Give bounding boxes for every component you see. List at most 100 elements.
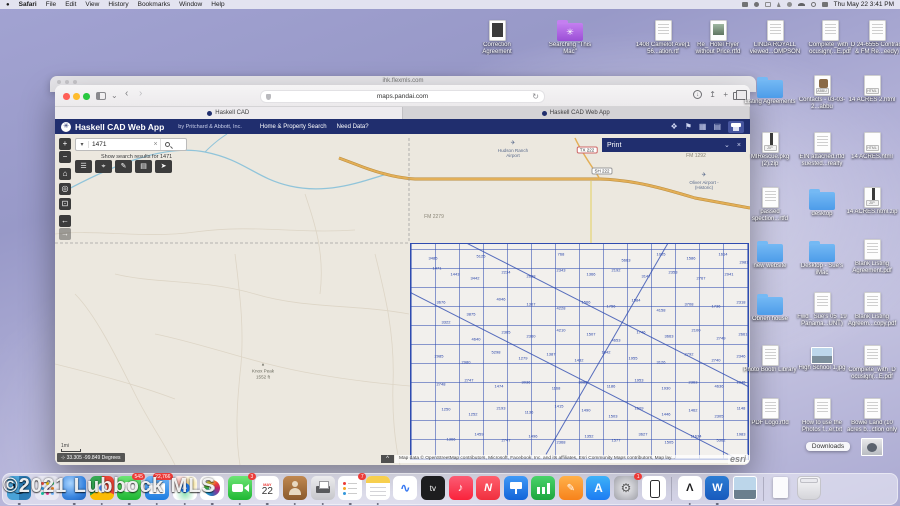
identify-flag-icon[interactable]: ⚑ [685, 122, 692, 132]
desktop-icon-searching-this-mac[interactable]: ✳Searching "This Mac" [542, 20, 598, 55]
menu-item-history[interactable]: History [108, 1, 128, 8]
dock-item-contacts[interactable] [283, 475, 307, 503]
zoom-window-button[interactable] [83, 93, 90, 100]
nav-link[interactable]: Need Data? [337, 124, 369, 130]
desktop-icon-obrien-house[interactable]: Obrien house [742, 294, 798, 323]
attribution-expander[interactable]: ^ [381, 455, 394, 463]
desktop-icon-bowie-land-10-acres-b-ction-only[interactable]: Bowie Land (10 acres b...ction only [844, 398, 900, 433]
dock-item-printer[interactable] [311, 475, 335, 503]
dock-item-mail[interactable]: 22,766 [145, 475, 169, 503]
dock-item-facetime[interactable]: 3 [228, 475, 252, 503]
desktop-icon-correction-agreement[interactable]: Correction Agreement [469, 20, 525, 55]
dock-item-downloads-stack[interactable] [769, 475, 793, 503]
minimize-window-button[interactable] [73, 93, 80, 100]
control-center-status-icon[interactable] [822, 2, 828, 7]
menu-item-edit[interactable]: Edit [65, 1, 76, 8]
desktop-icon-pdf-logo-rtfd[interactable]: PDF Logo.rtfd [742, 398, 798, 427]
desktop-icon-blank-listing-agreem-copy-pdf[interactable]: Blank Listing Agreem...copy.pdf [844, 292, 900, 327]
full-extent-button[interactable]: ⊡ [59, 198, 71, 210]
close-panel-icon[interactable]: × [737, 142, 741, 149]
clear-search-icon[interactable]: × [151, 141, 160, 148]
new-tab-icon[interactable]: + [723, 90, 728, 99]
eject-status-icon[interactable] [777, 2, 781, 7]
desktop-icon-passed-spection-rtfd[interactable]: passed spection...rtfd [742, 187, 798, 222]
locate-button[interactable]: ◎ [59, 183, 71, 195]
menu-item-file[interactable]: File [46, 1, 56, 8]
dock-item-pages[interactable]: ✎ [559, 475, 583, 503]
desktop-icon-linda-royall-viewed-ompson[interactable]: LINDA ROYALL viewed...OMPSON [747, 20, 803, 55]
zoom-out-button[interactable]: − [59, 151, 71, 163]
desktop-icon-high-school-1-jpg[interactable]: High School 1.jpg [794, 345, 850, 372]
tab-0[interactable]: Haskell CAD [55, 107, 403, 119]
report-tool-button[interactable]: ▤ [135, 160, 152, 173]
dock-item-apple-tv[interactable]: tv [421, 475, 445, 503]
layer-list-button[interactable]: ☰ [75, 160, 92, 173]
search-type-dropdown[interactable]: ▾ [76, 141, 89, 148]
bluetooth-status-icon[interactable] [765, 2, 771, 7]
desktop-icon-desktop[interactable]: desktop [794, 189, 850, 218]
timemachine-status-icon[interactable] [787, 2, 792, 7]
desktop-icon-photo-booth-library[interactable]: Photo Booth Library [742, 345, 798, 374]
desktop-icon-1408-camelot-ave-1-56-ation-rtf[interactable]: 1408 Camelot Ave(1 56...ation.rtf [635, 20, 691, 55]
battery-status-icon[interactable] [754, 2, 759, 7]
desktop-icon-contacts-03-03-2-abbu[interactable]: Contacts - 03-03-2...abbu [794, 75, 850, 110]
menu-item-window[interactable]: Window [179, 1, 202, 8]
desktop-icon-img-washer[interactable] [844, 438, 900, 456]
dock-item-reminders[interactable]: 7 [338, 475, 362, 503]
identify-tool-button[interactable]: ⌖ [95, 160, 112, 173]
menu-item-bookmarks[interactable]: Bookmarks [138, 1, 171, 8]
desktop-icon-d-24-6555-contract-fm-re-eedy[interactable]: D 24-6555 Contract & FM Re...eedy) [849, 20, 900, 55]
dock-item-photos[interactable] [200, 475, 224, 503]
safari-titlebar[interactable]: ⌄ ‹ › maps.pandai.com ↻ ↓ ↥ + [55, 85, 750, 107]
dock-item-launchpad[interactable] [35, 475, 59, 503]
desktop-icon-mirescue-pkg-2-zip[interactable]: MIRescue.pkg (2).zip [742, 132, 798, 167]
desktop-icon-new-website[interactable]: new website [742, 241, 798, 270]
search-submit-button[interactable] [160, 139, 174, 150]
collapse-panel-icon[interactable]: ⌄ [724, 141, 730, 149]
menu-app-name[interactable]: Safari [19, 1, 37, 8]
desktop-icon-listing-agreements[interactable]: Listing Agreements [742, 77, 798, 106]
desktop-icon-ein-attached-rtfd-suested-realty[interactable]: EIN attached.rtfd suested...realty [794, 132, 850, 167]
close-window-button[interactable] [63, 93, 70, 100]
keyboard-status-icon[interactable] [742, 2, 748, 7]
spotlight-status-icon[interactable] [811, 2, 816, 7]
dock-item-messages[interactable]: 545 [117, 475, 141, 503]
dock-item-numbers[interactable] [531, 475, 555, 503]
print-icon[interactable] [728, 121, 744, 133]
dock-item-news[interactable]: N [476, 475, 500, 503]
layers-icon[interactable]: ❖ [671, 122, 678, 132]
back-extent-button[interactable]: ← [59, 215, 71, 227]
back-button[interactable]: ‹ [125, 89, 128, 99]
parcel-grid-region[interactable]: 3485512576856631005158616142981147114433… [410, 243, 749, 460]
draw-tool-button[interactable]: ✎ [115, 160, 132, 173]
dock-item-music[interactable]: ♪ [449, 475, 473, 503]
map-canvas[interactable]: 3485512576856631005158616142981147114433… [55, 134, 750, 465]
desktop-icon-fwd-sue-s-05-19-panama-unt[interactable]: Fwd_ Sue's 05_19 Panama...UNT) [794, 292, 850, 327]
search-input[interactable] [89, 141, 151, 148]
dock-item-word[interactable]: W [705, 475, 729, 503]
share-tool-button[interactable]: ➤ [155, 160, 172, 173]
tab-1[interactable]: Haskell CAD Web App [403, 107, 751, 119]
dock-item-app-store[interactable]: A [586, 475, 610, 503]
dock-item-iphone-mirroring[interactable] [642, 475, 666, 503]
desktop-icon-how-to-use-the-photos-f-er-txt[interactable]: How to use the Photos f...er.txt [794, 398, 850, 433]
downloads-icon[interactable]: ↓ [693, 90, 702, 99]
privacy-shield-icon[interactable] [266, 94, 271, 100]
forward-extent-button[interactable]: → [59, 228, 71, 240]
sidebar-toggle-icon[interactable] [96, 92, 106, 100]
dock-item-trash[interactable] [797, 475, 821, 503]
menu-item-view[interactable]: View [85, 1, 99, 8]
dock-item-photo-window-thumb[interactable] [733, 475, 757, 503]
dock-item-notes[interactable] [366, 475, 390, 503]
menu-clock[interactable]: Thu May 22 3:41 PM [834, 1, 894, 8]
share-icon[interactable]: ↥ [709, 90, 716, 99]
refresh-icon[interactable]: ↻ [532, 92, 539, 101]
desktop-icon-desktop-sue-s-imac[interactable]: Desktop - Sue's iMac [794, 241, 850, 276]
address-bar[interactable]: maps.pandai.com ↻ [260, 90, 545, 103]
dock-item-keynote[interactable] [504, 475, 528, 503]
dock-item-system-settings[interactable]: ⚙1 [614, 475, 638, 503]
desktop-icon-14-acres-html[interactable]: 14 ACRES.html [844, 132, 900, 161]
menu-item-help[interactable]: Help [211, 1, 224, 8]
apps-grid-icon[interactable]: ▦ [699, 122, 707, 132]
desktop-icon-14-acres-html-zip[interactable]: 14 ACRES.html.zip [844, 187, 900, 216]
